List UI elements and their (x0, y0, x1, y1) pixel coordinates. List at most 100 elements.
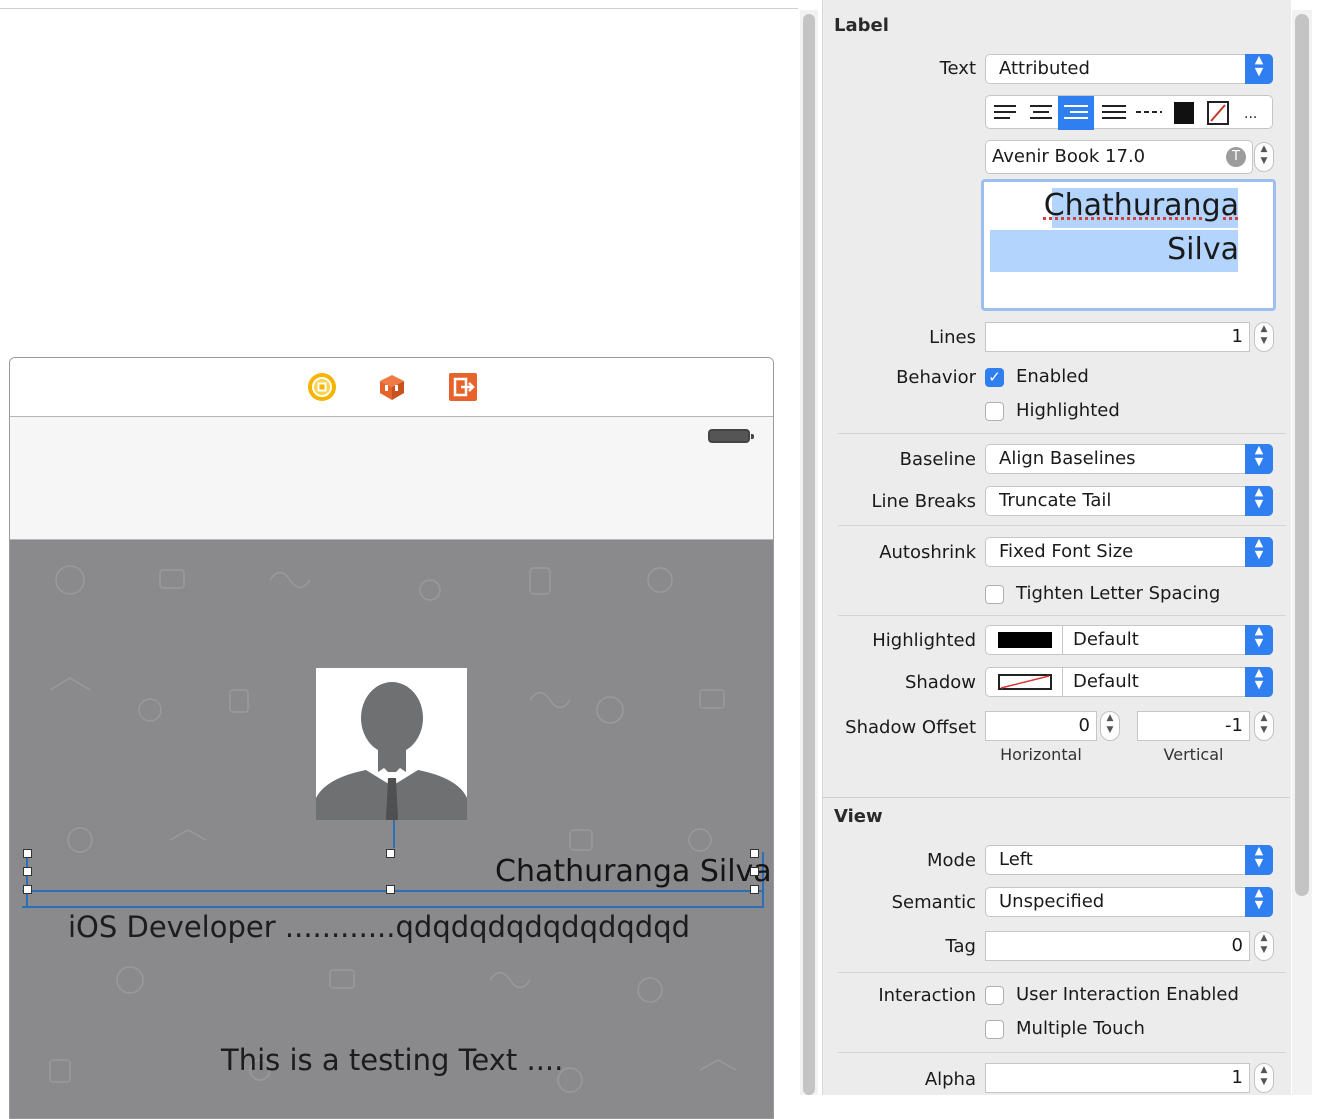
testing-label[interactable]: This is a testing Text .... (221, 1043, 563, 1077)
constraint-guide (26, 858, 28, 906)
popup-arrows-icon: ▲ ▼ (1245, 444, 1273, 474)
resize-handle[interactable] (23, 849, 32, 858)
behavior-row-label: Behavior (896, 367, 976, 388)
tag-row-label: Tag (945, 936, 976, 957)
constraint-guide (22, 906, 762, 908)
popup-arrows-icon: ▲ ▼ (1245, 667, 1273, 697)
mode-popup[interactable]: Left ▲ ▼ (985, 845, 1273, 875)
popup-arrows-icon: ▲ ▼ (1245, 537, 1273, 567)
autoshrink-row-label: Autoshrink (879, 542, 976, 563)
font-size-stepper[interactable]: ▲ ▼ (1254, 142, 1274, 172)
canvas-scrollbar-thumb[interactable] (803, 14, 815, 1095)
text-type-popup[interactable]: Attributed ▲ ▼ (985, 54, 1273, 84)
inspector-scrollbar-thumb[interactable] (1295, 14, 1309, 896)
semantic-popup[interactable]: Unspecified ▲ ▼ (985, 887, 1273, 917)
shadow-color-popup[interactable]: Default ▲ ▼ (985, 667, 1273, 697)
exit-icon[interactable] (448, 372, 478, 402)
tag-field[interactable]: 0 (985, 931, 1250, 961)
shadow-offset-horizontal-stepper[interactable]: ▲ ▼ (1100, 711, 1120, 741)
navigation-bar (10, 417, 773, 540)
attributed-text-area[interactable]: Chathuranga Silva (981, 179, 1276, 311)
content-view[interactable]: Chathuranga Silva iOS Developer ........… (10, 540, 773, 1118)
alpha-stepper[interactable]: ▲ ▼ (1254, 1063, 1274, 1093)
lines-row-label: Lines (929, 327, 976, 348)
shadow-offset-horizontal-field[interactable]: 0 (985, 711, 1097, 741)
popup-arrows-icon: ▲ ▼ (1245, 486, 1273, 516)
separator (838, 972, 1286, 973)
highlighted-color-value: Default (1073, 629, 1139, 650)
color-swatch (998, 632, 1052, 648)
attributed-text-line2: Silva (1167, 232, 1239, 267)
tag-stepper[interactable]: ▲ ▼ (1254, 931, 1274, 961)
view-section-title: View (834, 806, 883, 827)
background-pattern (49, 565, 737, 1093)
separator (838, 525, 1286, 526)
highlighted-label: Highlighted (1016, 400, 1120, 421)
resize-handle[interactable] (386, 849, 395, 858)
popup-arrows-icon: ▲ ▼ (1245, 845, 1273, 875)
shadow-offset-row-label: Shadow Offset (845, 717, 976, 738)
user-interaction-label: User Interaction Enabled (1016, 984, 1239, 1005)
highlighted-color-popup[interactable]: Default ▲ ▼ (985, 625, 1273, 655)
shadow-offset-vertical-stepper[interactable]: ▲ ▼ (1254, 711, 1274, 741)
text-row-label: Text (939, 58, 976, 79)
attributed-text-line1: Chathuranga (1043, 188, 1239, 223)
semantic-value: Unspecified (999, 891, 1105, 912)
interaction-row-label: Interaction (878, 985, 976, 1006)
tighten-letter-spacing-label: Tighten Letter Spacing (1016, 583, 1221, 604)
scene-dock (10, 358, 773, 417)
alpha-field[interactable]: 1 (985, 1063, 1250, 1093)
font-field[interactable]: Avenir Book 17.0 T (985, 140, 1253, 174)
text-type-value: Attributed (999, 58, 1090, 79)
line-breaks-value: Truncate Tail (999, 490, 1112, 511)
autoshrink-popup[interactable]: Fixed Font Size ▲ ▼ (985, 537, 1273, 567)
highlighted-color-row-label: Highlighted (872, 630, 976, 651)
view-controller-icon[interactable] (307, 372, 337, 402)
horizontal-sublabel: Horizontal (1000, 745, 1082, 764)
resize-handle[interactable] (23, 885, 32, 894)
enabled-label: Enabled (1016, 366, 1089, 387)
semantic-row-label: Semantic (891, 892, 976, 913)
label-section-title: Label (834, 15, 889, 36)
enabled-checkbox[interactable]: ✓ (985, 368, 1004, 387)
lines-stepper[interactable]: ▲ ▼ (1254, 322, 1274, 352)
autoshrink-value: Fixed Font Size (999, 541, 1134, 562)
resize-handle[interactable] (750, 849, 759, 858)
first-responder-icon[interactable] (377, 372, 407, 402)
resize-handle[interactable] (750, 867, 759, 876)
popup-arrows-icon: ▲ ▼ (1245, 625, 1273, 655)
section-divider (822, 797, 1290, 798)
role-label[interactable]: iOS Developer ............qdqdqdqdqdqdqd… (68, 910, 690, 944)
separator (838, 615, 1286, 616)
alpha-row-label: Alpha (924, 1069, 976, 1090)
resize-handle[interactable] (750, 885, 759, 894)
mode-value: Left (999, 849, 1033, 870)
profile-placeholder-icon (316, 682, 467, 820)
swatch-divider (1062, 668, 1063, 696)
resize-handle[interactable] (386, 885, 395, 894)
user-interaction-checkbox[interactable] (985, 986, 1004, 1005)
font-picker-icon[interactable]: T (1226, 147, 1246, 167)
resize-handle[interactable] (23, 867, 32, 876)
line-breaks-popup[interactable]: Truncate Tail ▲ ▼ (985, 486, 1273, 516)
baseline-popup[interactable]: Align Baselines ▲ ▼ (985, 444, 1273, 474)
text-format-toolbar: ... (985, 95, 1273, 130)
battery-icon (708, 429, 754, 443)
mode-row-label: Mode (926, 850, 976, 871)
vertical-sublabel: Vertical (1163, 745, 1224, 764)
shadow-offset-vertical-field[interactable]: -1 (1137, 711, 1250, 741)
multiple-touch-label: Multiple Touch (1016, 1018, 1145, 1039)
profile-image[interactable] (316, 668, 467, 820)
popup-arrows-icon: ▲ ▼ (1245, 54, 1273, 84)
font-value: Avenir Book 17.0 (992, 146, 1146, 167)
lines-field[interactable]: 1 (985, 322, 1250, 352)
separator (838, 1052, 1286, 1053)
view-controller-scene[interactable]: Chathuranga Silva iOS Developer ........… (9, 357, 774, 1119)
multiple-touch-checkbox[interactable] (985, 1020, 1004, 1039)
baseline-row-label: Baseline (899, 449, 976, 470)
name-label[interactable]: Chathuranga Silva (495, 854, 772, 889)
highlighted-checkbox[interactable] (985, 402, 1004, 421)
tighten-letter-spacing-checkbox[interactable] (985, 585, 1004, 604)
baseline-value: Align Baselines (999, 448, 1136, 469)
shadow-color-value: Default (1073, 671, 1139, 692)
